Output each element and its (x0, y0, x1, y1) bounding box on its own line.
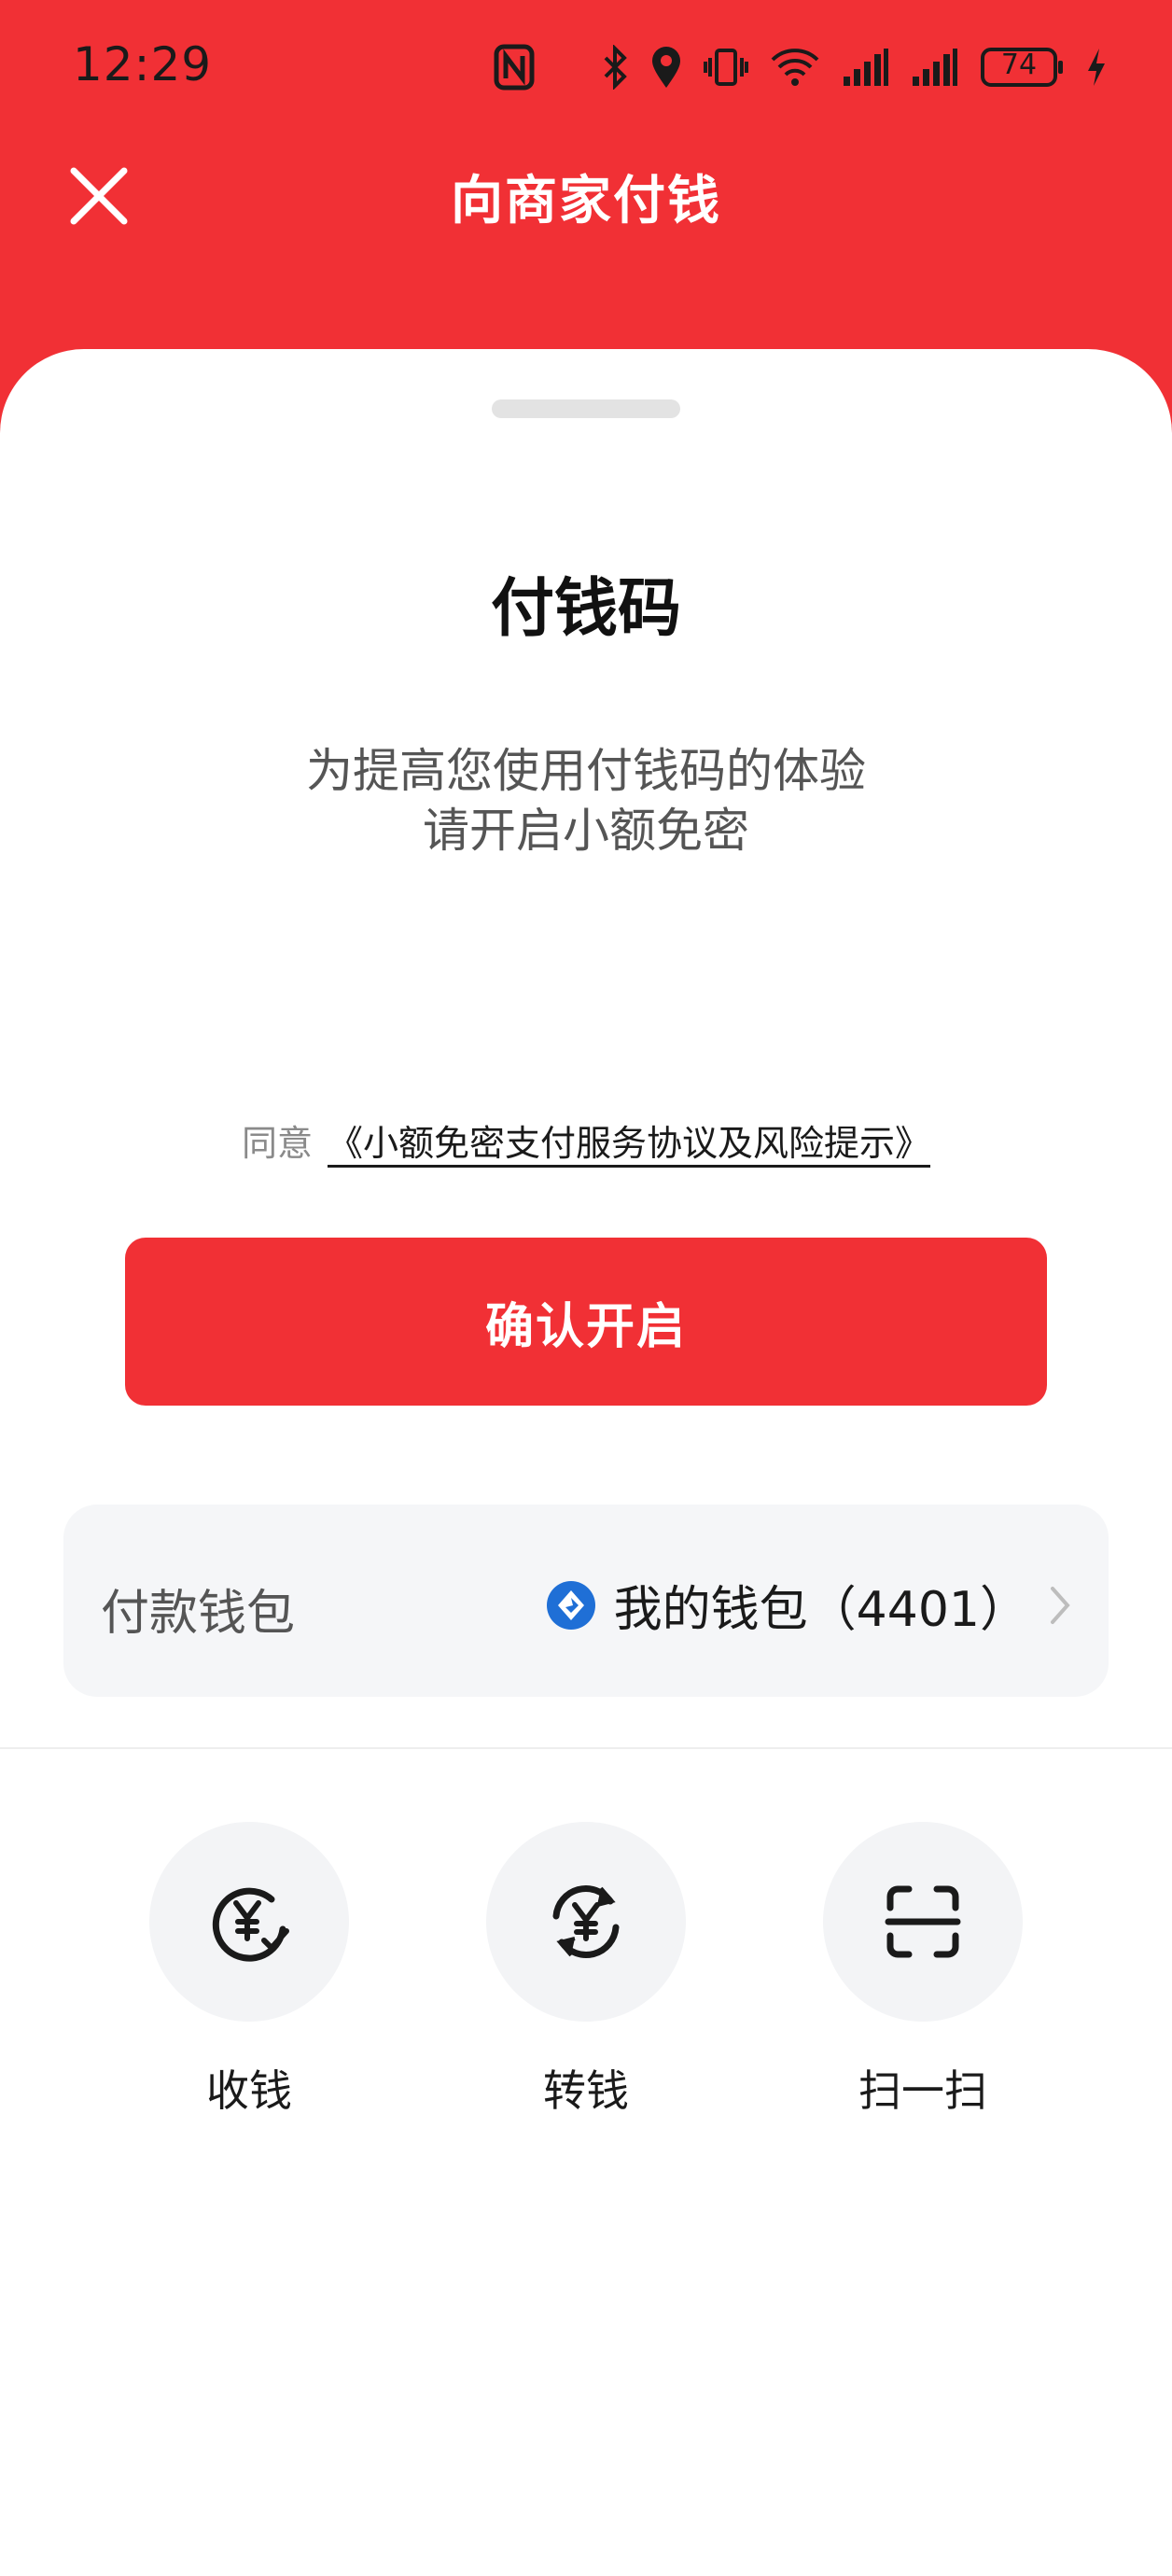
desc-line-1: 为提高您使用付钱码的体验 (306, 744, 866, 798)
status-bar: 12:29 74 (0, 0, 1172, 140)
action-scan[interactable]: 扫一扫 (823, 1822, 1023, 2119)
agree-prefix: 同意 (241, 1123, 313, 1164)
divider (0, 1747, 1172, 1749)
action-label-scan: 扫一扫 (858, 2065, 987, 2116)
chevron-right-icon (1051, 1586, 1070, 1624)
agreement-row: 同意 《小额免密支付服务协议及风险提示》 (0, 1114, 1172, 1166)
wallet-name: 我的钱包（4401） (613, 1582, 1028, 1638)
signal-icon-1 (842, 47, 890, 88)
bank-logo-icon (546, 1580, 595, 1630)
payment-wallet-row[interactable]: 付款钱包 我的钱包（4401） (63, 1505, 1109, 1697)
confirm-enable-button[interactable]: 确认开启 (125, 1238, 1047, 1406)
wifi-icon (769, 45, 821, 90)
agreement-link[interactable]: 《小额免密支付服务协议及风险提示》 (328, 1123, 930, 1164)
scan-icon-circle (823, 1822, 1023, 2022)
desc-line-2: 请开启小额免密 (423, 804, 749, 858)
action-transfer-money[interactable]: 转钱 (486, 1822, 686, 2119)
charging-icon (1086, 47, 1107, 88)
sheet-title: 付钱码 (490, 572, 681, 646)
page-title: 向商家付钱 (451, 171, 721, 231)
action-label-receive: 收钱 (206, 2065, 292, 2116)
battery-level: 74 (1000, 49, 1038, 81)
status-icons: 74 (601, 41, 1107, 93)
wallet-value: 我的钱包（4401） (546, 1570, 1073, 1640)
payment-sheet: 付钱码 为提高您使用付钱码的体验 请开启小额免密 同意 《小额免密支付服务协议及风… (0, 349, 1172, 2576)
action-receive-money[interactable]: 收钱 (149, 1822, 349, 2119)
signal-icon-2 (911, 47, 959, 88)
location-icon (649, 45, 683, 90)
scan-icon (885, 1885, 961, 1958)
receive-money-icon-circle (149, 1822, 349, 2022)
drag-handle[interactable] (492, 399, 680, 418)
status-time: 12:29 (73, 37, 213, 91)
bluetooth-icon (601, 45, 629, 90)
nfc-icon (493, 41, 536, 97)
transfer-money-icon-circle (486, 1822, 686, 2022)
wallet-label: 付款钱包 (101, 1586, 296, 1642)
battery-icon: 74 (980, 47, 1066, 88)
receive-money-icon (212, 1887, 289, 1962)
sheet-description: 为提高您使用付钱码的体验 请开启小额免密 (0, 741, 1172, 861)
transfer-money-icon (552, 1885, 620, 1958)
vibrate-icon (704, 45, 748, 90)
action-label-transfer: 转钱 (543, 2065, 629, 2116)
